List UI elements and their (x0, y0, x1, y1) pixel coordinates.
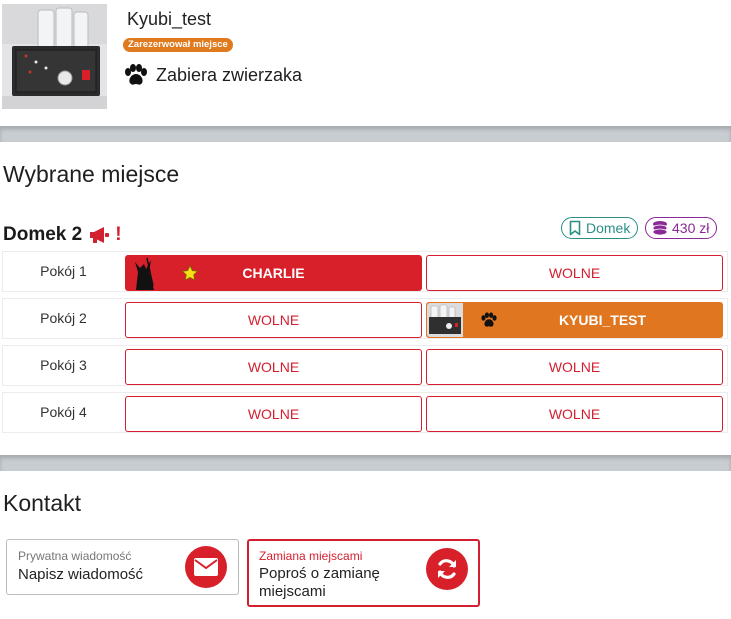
section-divider (0, 126, 731, 142)
room-row: Pokój 2 WOLNE KYUBI_TEST (2, 298, 728, 339)
room-slot-free[interactable]: WOLNE (125, 302, 422, 338)
profile-header: Kyubi_test Zarezerwował miejsce Zabiera … (0, 0, 731, 127)
paw-icon (125, 64, 147, 85)
swap-places-label: Zamiana miejscami (259, 549, 363, 563)
private-message-value: Napisz wiadomość (18, 566, 144, 583)
pet-text: Zabiera zwierzaka (156, 64, 303, 85)
price-label: 430 zł (672, 220, 710, 236)
room-row: Pokój 3 WOLNE WOLNE (2, 345, 728, 386)
sync-icon (438, 559, 456, 579)
slot-occupant-name: CHARLIE (242, 265, 305, 281)
send-message-button[interactable] (185, 546, 227, 588)
swap-places-button[interactable] (426, 548, 468, 590)
envelope-icon (194, 558, 218, 576)
room-label: Pokój 1 (40, 263, 87, 279)
house-type-chip: Domek (561, 217, 639, 239)
avatar[interactable] (2, 4, 107, 109)
house-name: Domek 2 (3, 224, 83, 245)
room-slot-taken[interactable]: KYUBI_TEST (426, 302, 723, 338)
house-title: Domek 2 ! (3, 224, 122, 246)
swap-places-card[interactable]: Zamiana miejscami Poproś o zamianę miejs… (247, 539, 480, 607)
price-chip: 430 zł (645, 217, 718, 239)
bookmark-icon (569, 220, 581, 236)
section-divider (0, 455, 731, 471)
pet-info: Zabiera zwierzaka (123, 63, 302, 87)
room-slot-free[interactable]: WOLNE (426, 349, 723, 385)
room-label: Pokój 4 (40, 404, 87, 420)
private-message-label: Prywatna wiadomość (18, 549, 132, 563)
megaphone-icon[interactable] (88, 226, 110, 244)
section-title-selected-place: Wybrane miejsce (3, 161, 180, 187)
coins-icon (652, 221, 668, 236)
swap-places-value: Poproś o zamianę miejscami (259, 565, 380, 600)
slot-avatar (427, 303, 463, 337)
room-slot-free[interactable]: WOLNE (426, 255, 723, 291)
alert-mark: ! (115, 224, 122, 245)
room-row: Pokój 4 WOLNE WOLNE (2, 392, 728, 433)
house-type-label: Domek (586, 220, 631, 236)
room-slot-free[interactable]: WOLNE (125, 349, 422, 385)
room-row: Pokój 1 CHARLIE WOLNE (2, 251, 728, 292)
room-slot-free[interactable]: WOLNE (426, 396, 723, 432)
room-slot-free[interactable]: WOLNE (125, 396, 422, 432)
private-message-card[interactable]: Prywatna wiadomość Napisz wiadomość (6, 539, 239, 595)
room-label: Pokój 2 (40, 310, 87, 326)
slot-occupant-name: KYUBI_TEST (558, 312, 647, 328)
room-slot-taken[interactable]: CHARLIE (125, 255, 422, 291)
username: Kyubi_test (127, 9, 212, 29)
section-title-contact: Kontakt (3, 490, 81, 516)
reserved-badge: Zarezerwował miejsce (123, 38, 233, 52)
room-label: Pokój 3 (40, 357, 87, 373)
